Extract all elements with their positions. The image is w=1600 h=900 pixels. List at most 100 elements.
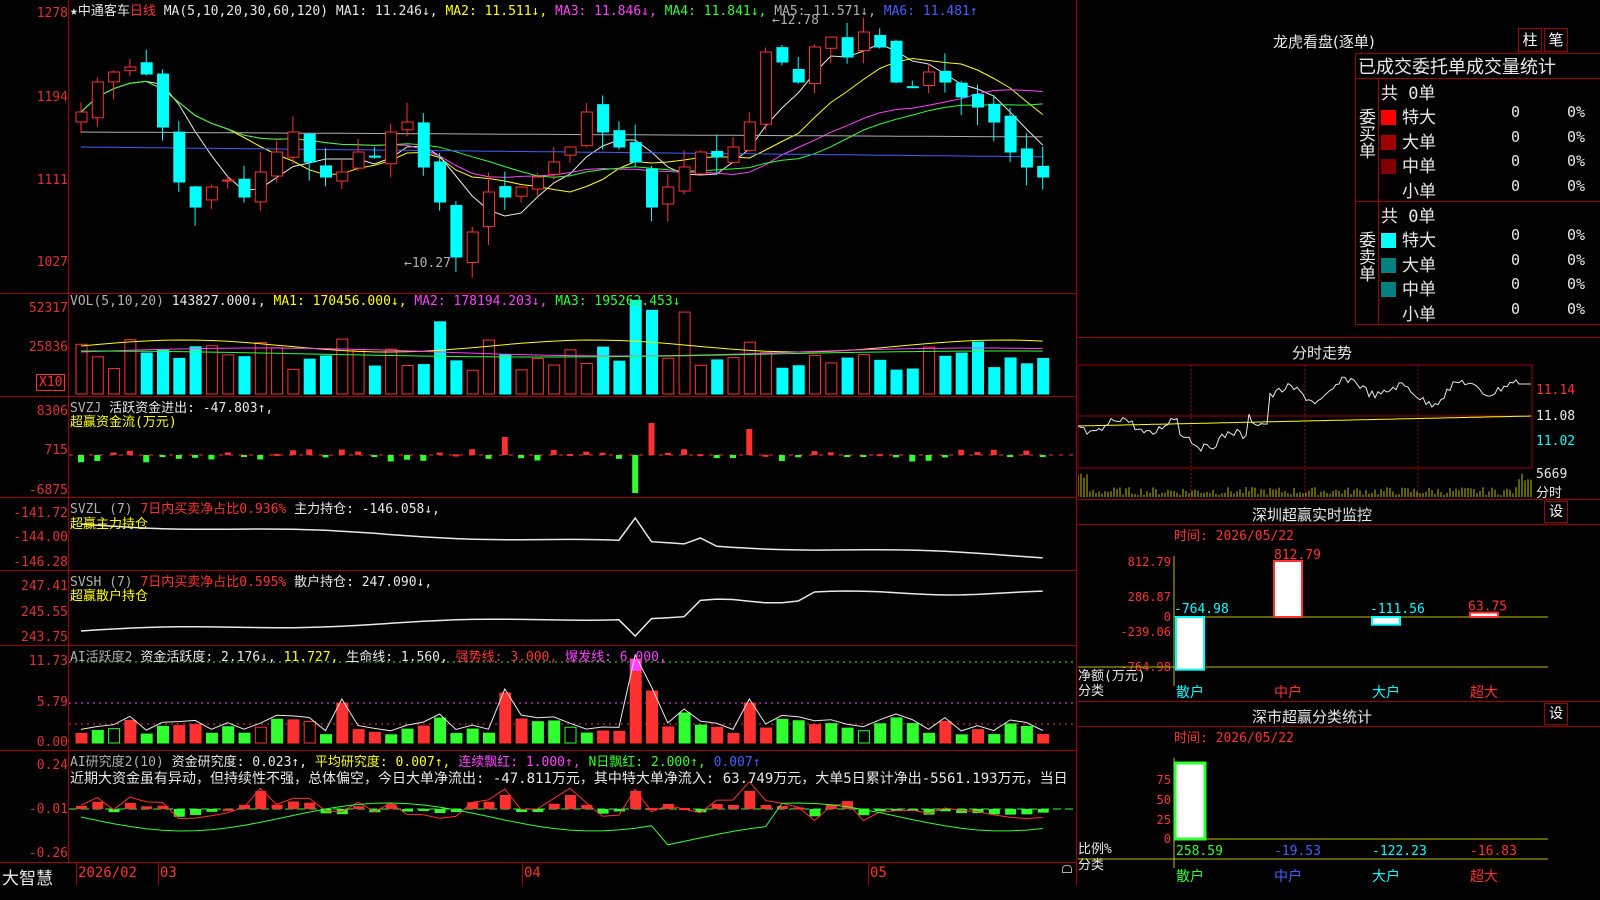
- ai1-bar: [1004, 723, 1017, 744]
- candle-body: [1004, 115, 1017, 153]
- svzj-bar: [974, 452, 981, 455]
- classify-settings-button[interactable]: 设: [1544, 703, 1568, 725]
- ai2-bar: [728, 804, 739, 809]
- sell-row: 特大 0 0%: [1381, 226, 1600, 251]
- candle-body: [988, 103, 1001, 123]
- intraday-panel: 分时走势 11.14 11.08 11.02 5669 分时: [1078, 339, 1600, 501]
- svzj-bar: [355, 451, 362, 455]
- volume-bar: [401, 365, 414, 395]
- volume-bar: [580, 363, 593, 395]
- tick-mode-label: 笔: [1548, 31, 1564, 49]
- intraday-vol-label: 分时: [1536, 486, 1563, 501]
- ai1-bar: [776, 718, 789, 744]
- sell-row-name: 小单: [1402, 304, 1436, 325]
- ai2-bar: [287, 801, 299, 809]
- candle-body: [857, 31, 870, 52]
- intraday-chart[interactable]: [1078, 364, 1600, 500]
- candle-body: [124, 66, 137, 72]
- volume-bar: [205, 345, 218, 395]
- svzj-bar: [94, 455, 101, 461]
- bar-mode-button[interactable]: 柱: [1518, 28, 1542, 52]
- volume-chart[interactable]: [69, 294, 1076, 396]
- volume-bar: [906, 368, 919, 395]
- svzj-bar: [436, 452, 443, 455]
- color-swatch-icon: [1381, 307, 1396, 322]
- vol-ma1: MA1: 170456.000↓,: [273, 294, 407, 309]
- volume-bar: [499, 353, 512, 395]
- buy-row-pct: 0%: [1567, 152, 1586, 170]
- candle-body: [368, 155, 381, 158]
- buy-row: 特大 0 0%: [1381, 103, 1600, 128]
- svzj-bar: [241, 455, 247, 457]
- ai1-bar: [434, 717, 447, 744]
- candle-body: [564, 146, 577, 156]
- period-label[interactable]: 日线: [130, 4, 156, 19]
- lock-icon[interactable]: [1062, 865, 1072, 873]
- volume-bar: [140, 352, 153, 395]
- volume-bar: [972, 341, 984, 395]
- candle-body: [271, 151, 284, 177]
- vol-axis-label: 52317: [28, 301, 68, 316]
- vol-ma3: MA3: 195262.453↓: [555, 294, 681, 309]
- buy-side-label: 委买单: [1355, 108, 1375, 159]
- candle-body: [1037, 165, 1050, 178]
- ma6-value: MA6: 11.481↑: [883, 4, 978, 19]
- volume-bar: [1020, 363, 1033, 395]
- ai2-bar: [565, 795, 576, 809]
- candle-body: [776, 47, 789, 63]
- star-icon[interactable]: ★: [70, 4, 78, 19]
- classify-axis-label: 25: [1157, 813, 1171, 827]
- svzj-bar: [1023, 450, 1030, 455]
- svzl-subtitle: 超赢主力持仓: [70, 517, 149, 532]
- svzj-bar: [567, 454, 573, 457]
- svsh-line: [80, 590, 1043, 638]
- candle-body: [629, 142, 642, 163]
- svzj-bar: [893, 455, 899, 458]
- monitor-chart[interactable]: 812.79286.870-239.06-764.98-764.98散户812.…: [1078, 541, 1600, 702]
- ai1-bar: [91, 730, 104, 744]
- ai1-bar: [385, 734, 398, 744]
- buy-row-count: 0: [1511, 176, 1521, 195]
- candle-body: [91, 81, 104, 119]
- kline-chart[interactable]: [69, 0, 1076, 292]
- volume-bar: [157, 349, 169, 395]
- bar-mode-label: 柱: [1522, 31, 1538, 49]
- monitor-settings-button[interactable]: 设: [1544, 501, 1568, 523]
- ai1-bar: [157, 725, 169, 744]
- ai1-bar: [646, 690, 658, 744]
- classify-value-label: -16.83: [1470, 844, 1517, 859]
- monitor-category-label: 超大: [1470, 685, 1498, 701]
- svzj-bar: [257, 455, 264, 460]
- ai1-bar: [678, 712, 691, 744]
- ai1-bar: [173, 725, 186, 744]
- svzj-bar: [126, 450, 133, 455]
- ai2-bar: [206, 809, 218, 812]
- classify-chart[interactable]: 75 50 25 0 258.59 -19.53 -122.23 -16.83 散户 中户 大户 超大…: [1078, 743, 1600, 885]
- ai1-bar: [303, 720, 316, 744]
- volume-bar: [352, 349, 365, 395]
- volume-bar: [857, 354, 870, 395]
- candle-body: [792, 68, 805, 83]
- ai2-bar: [760, 805, 772, 809]
- classify-value-label: -122.23: [1372, 844, 1427, 859]
- svzj-bar: [615, 455, 622, 459]
- ai1-bar: [1020, 725, 1033, 744]
- volume-bar: [662, 357, 675, 395]
- tick-mode-button[interactable]: 笔: [1544, 28, 1568, 52]
- vol-label: VOL(5,10,20): [70, 294, 164, 309]
- volume-bar: [874, 359, 887, 395]
- ai1-bar: [694, 724, 707, 744]
- sell-row-name: 大单: [1402, 255, 1436, 276]
- stock-name[interactable]: 中通客车: [78, 4, 130, 19]
- candle-body: [157, 73, 169, 128]
- svzj-bar: [338, 449, 345, 455]
- svzj-bar: [909, 455, 916, 462]
- ai2-bar: [988, 809, 1000, 815]
- candle-body: [727, 146, 740, 163]
- volume-bar: [825, 362, 838, 395]
- candle-body: [401, 121, 414, 131]
- svsh-axis-label: 245.55: [21, 605, 68, 620]
- date-label: 2026/02: [78, 865, 138, 881]
- low-price: 10.27: [411, 256, 451, 271]
- ai2-bar: [613, 809, 625, 812]
